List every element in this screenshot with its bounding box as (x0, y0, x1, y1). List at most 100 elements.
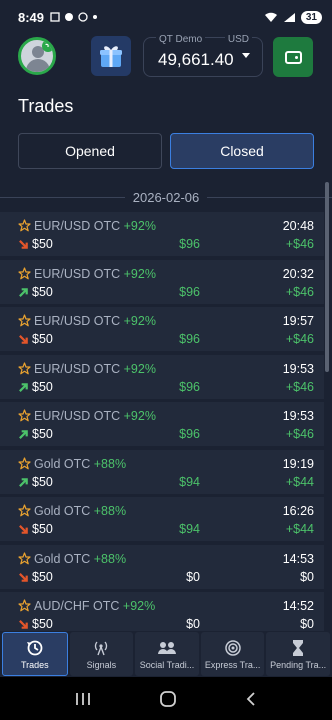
trade-time: 20:32 (282, 266, 314, 281)
favorite-star-icon[interactable] (18, 409, 31, 422)
payout-percent: +92% (123, 409, 156, 423)
trade-stake: $50 (32, 379, 53, 394)
favorite-star-icon[interactable] (18, 361, 31, 375)
trade-payout: $96 (179, 427, 200, 441)
account-balance-selector[interactable]: QT Demo USD 49,661.40 (143, 34, 263, 77)
asset-name: AUD/CHF OTC (34, 599, 120, 613)
gift-button[interactable] (91, 36, 131, 76)
favorite-star-icon[interactable] (18, 551, 31, 565)
notification-icons (50, 12, 98, 22)
antenna-icon (95, 641, 108, 655)
arrow-up-right-icon (19, 382, 28, 392)
system-nav-bar (0, 677, 332, 720)
trade-time: 19:53 (282, 361, 314, 376)
trade-row[interactable]: Gold OTC +88% 16:26 $50 $94 +$44 (0, 497, 324, 541)
favorite-star-icon[interactable] (18, 266, 31, 280)
arrow-down-right-icon (19, 572, 28, 582)
back-icon[interactable] (244, 691, 258, 707)
trade-time: 20:48 (282, 219, 314, 233)
nav-label: Social Tradi... (139, 659, 195, 670)
wallet-icon (284, 50, 302, 64)
tab-opened[interactable]: Opened (18, 133, 162, 169)
battery-indicator: 31 (300, 10, 322, 24)
trade-stake: $50 (32, 474, 53, 489)
favorite-star-icon[interactable] (18, 219, 31, 232)
trade-asset: AUD/CHF OTC +92% (34, 599, 155, 613)
trade-payout: $0 (186, 569, 200, 584)
message-icon (65, 13, 74, 21)
trade-payout: $94 (179, 522, 200, 536)
trade-row[interactable]: EUR/USD OTC +92% 19:57 $50 $96 +$46 (0, 307, 324, 351)
nav-express-trades[interactable]: Express Tra... (200, 632, 265, 676)
top-bar: + QT Demo USD 49,661.40 (0, 34, 332, 82)
dot-icon (93, 15, 98, 19)
trade-asset: EUR/USD OTC +92% (34, 219, 156, 233)
trade-profit: +$44 (285, 474, 314, 489)
asset-name: Gold OTC (34, 551, 91, 566)
trade-asset: EUR/USD OTC +92% (34, 409, 156, 423)
nav-label: Express Tra... (204, 659, 261, 670)
trade-profit: +$46 (285, 332, 314, 346)
payout-percent: +92% (123, 219, 156, 233)
trade-stake: $50 (32, 237, 53, 251)
trade-payout: $0 (186, 617, 200, 631)
trade-profit: +$46 (285, 237, 314, 251)
arrow-up-right-icon (19, 477, 28, 487)
favorite-star-icon[interactable] (18, 456, 31, 470)
trade-profit: $0 (300, 569, 314, 584)
trade-stake: $50 (32, 569, 53, 584)
payout-percent: +92% (123, 361, 156, 376)
trade-payout: $94 (179, 474, 200, 489)
home-icon[interactable] (159, 690, 177, 708)
signal-icon (283, 12, 295, 22)
trade-row[interactable]: EUR/USD OTC +92% 19:53 $50 $96 +$46 (0, 354, 324, 399)
history-icon (26, 640, 43, 655)
trade-stake: $50 (32, 617, 53, 631)
trade-row[interactable]: EUR/USD OTC +92% 19:53 $50 $96 +$46 (0, 402, 324, 446)
payout-percent: +92% (122, 599, 156, 613)
chevron-down-icon (242, 53, 250, 58)
avatar-body (26, 59, 50, 72)
trade-row[interactable]: Gold OTC +88% 14:53 $50 $0 $0 (0, 544, 324, 589)
trade-row[interactable]: EUR/USD OTC +92% 20:32 $50 $96 +$46 (0, 259, 324, 304)
nav-trades[interactable]: Trades (2, 632, 68, 676)
account-currency: USD (224, 34, 252, 45)
trade-asset: Gold OTC +88% (34, 552, 126, 566)
trade-asset: EUR/USD OTC +92% (34, 314, 156, 328)
trade-time: 19:53 (282, 409, 314, 423)
scrollbar[interactable] (325, 182, 329, 372)
arrow-down-right-icon (19, 240, 28, 249)
asset-name: EUR/USD OTC (34, 361, 121, 376)
trade-list[interactable]: EUR/USD OTC +92% 20:48 $50 $96 +$46 EUR/USD O… (0, 212, 324, 632)
screenshot-icon (50, 12, 60, 22)
nav-label: Pending Tra... (270, 659, 327, 670)
arrow-down-right-icon (19, 335, 28, 344)
trade-asset: EUR/USD OTC +92% (34, 267, 156, 281)
wifi-icon (264, 12, 277, 22)
nav-social-trading[interactable]: Social Tradi... (135, 632, 199, 676)
trade-payout: $96 (179, 284, 200, 299)
wallet-button[interactable] (273, 37, 313, 77)
trade-asset: EUR/USD OTC +92% (34, 362, 156, 376)
hourglass-icon (293, 639, 304, 656)
nav-label: Trades (20, 659, 49, 670)
asset-name: EUR/USD OTC (34, 266, 121, 281)
nav-signals[interactable]: Signals (69, 632, 134, 676)
tab-closed[interactable]: Closed (170, 133, 314, 169)
trade-stake: $50 (32, 427, 53, 441)
trade-time: 16:26 (282, 504, 314, 518)
trade-stake: $50 (32, 284, 53, 299)
favorite-star-icon[interactable] (18, 599, 31, 612)
trade-row[interactable]: Gold OTC +88% 19:19 $50 $94 +$44 (0, 449, 324, 494)
asset-name: EUR/USD OTC (34, 409, 121, 423)
trade-row[interactable]: AUD/CHF OTC +92% 14:52 $50 $0 $0 (0, 592, 324, 632)
trade-row[interactable]: EUR/USD OTC +92% 20:48 $50 $96 +$46 (0, 212, 324, 256)
asset-name: EUR/USD OTC (34, 219, 121, 233)
recent-apps-icon[interactable] (74, 691, 92, 707)
favorite-star-icon[interactable] (18, 504, 31, 517)
trade-payout: $96 (179, 332, 200, 346)
avatar[interactable]: + (18, 37, 56, 75)
favorite-star-icon[interactable] (18, 314, 31, 327)
nav-pending-trades[interactable]: Pending Tra... (266, 632, 330, 676)
trade-profit: +$46 (285, 284, 314, 299)
